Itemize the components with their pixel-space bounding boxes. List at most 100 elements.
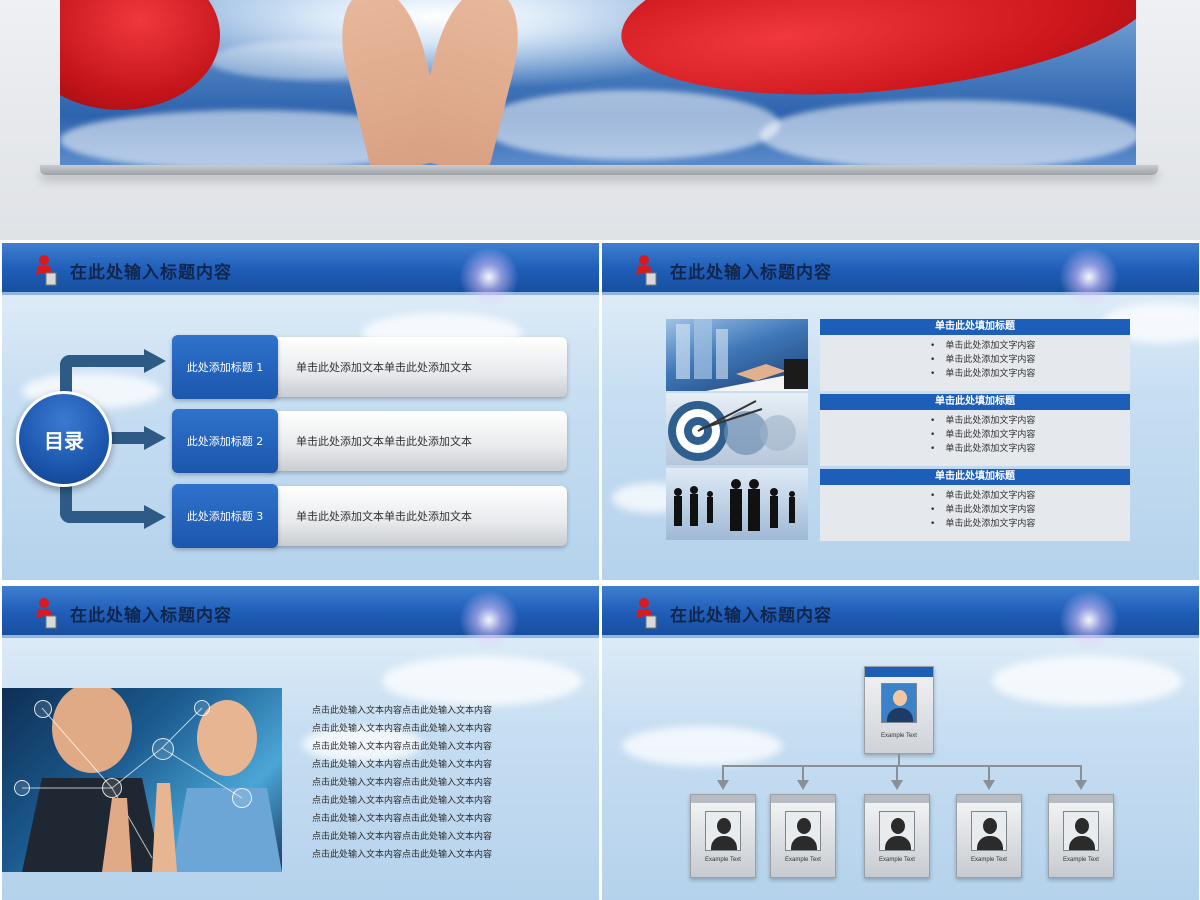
toc-item-text[interactable]: 单击此处添加文本单击此处添加文本: [268, 337, 567, 397]
slide-title: 在此处输入标题内容: [670, 263, 832, 283]
business-people-photo: [666, 468, 808, 540]
org-connector: [1080, 765, 1082, 781]
slide-org-chart: 在此处输入标题内容 Example Text Example Text Exam…: [602, 586, 1199, 900]
list-item: 单击此处添加文字内容: [930, 489, 1130, 503]
cloud: [480, 90, 780, 160]
paragraph-line: 点击此处输入文本内容点击此处输入文本内容: [312, 850, 493, 860]
lens-flare: [1059, 247, 1119, 307]
arrow-down-icon: [983, 780, 995, 790]
org-connector: [896, 765, 898, 781]
card-band: [865, 795, 929, 803]
paragraph-line: 点击此处输入文本内容点击此处输入文本内容: [312, 778, 493, 788]
list-body[interactable]: 单击此处添加文字内容 单击此处添加文字内容 单击此处添加文字内容: [820, 410, 1130, 466]
cloud: [382, 656, 582, 706]
cloud: [760, 100, 1136, 165]
male-avatar-icon: [705, 811, 741, 851]
list-block: 单击此处填加标题 单击此处添加文字内容 单击此处添加文字内容 单击此处添加文字内…: [820, 394, 1130, 466]
network-node-icon: [14, 780, 30, 796]
connector: [60, 511, 146, 523]
list-heading[interactable]: 单击此处填加标题: [820, 469, 1130, 485]
slide-header: 在此处输入标题内容: [2, 243, 599, 307]
network-node-icon: [152, 738, 174, 760]
org-connector: [722, 765, 724, 781]
manager-avatar-icon: [881, 683, 917, 723]
card-label: Example Text: [785, 857, 821, 863]
toc-item-tab[interactable]: 此处添加标题 1: [172, 335, 278, 399]
card-label: Example Text: [881, 733, 917, 739]
hero-shelf: [40, 165, 1158, 175]
toc-item-text[interactable]: 单击此处添加文本单击此处添加文本: [268, 411, 567, 471]
card-band: [1049, 795, 1113, 803]
network-node-icon: [102, 778, 122, 798]
toc-item[interactable]: 此处添加标题 1 单击此处添加文本单击此处添加文本: [172, 335, 567, 399]
cloud: [622, 726, 782, 766]
network-node-icon: [34, 700, 52, 718]
org-card[interactable]: Example Text: [690, 794, 756, 878]
slide-header: 在此处输入标题内容: [2, 586, 599, 650]
lens-flare: [1059, 590, 1119, 650]
toc-item[interactable]: 此处添加标题 3 单击此处添加文本单击此处添加文本: [172, 484, 567, 548]
org-connector: [802, 765, 804, 781]
podium-figure-icon: [36, 255, 57, 286]
list-body[interactable]: 单击此处添加文字内容 单击此处添加文字内容 单击此处添加文字内容: [820, 335, 1130, 391]
slide-title: 在此处输入标题内容: [670, 606, 832, 626]
toc-item[interactable]: 此处添加标题 2 单击此处添加文本单击此处添加文本: [172, 409, 567, 473]
cloud: [992, 656, 1182, 706]
card-label: Example Text: [705, 857, 741, 863]
arrow-right-icon: [144, 349, 166, 373]
card-label: Example Text: [971, 857, 1007, 863]
paragraph-line: 点击此处输入文本内容点击此处输入文本内容: [312, 796, 493, 806]
slide-title: 在此处输入标题内容: [70, 263, 232, 283]
list-item: 单击此处添加文字内容: [930, 503, 1130, 517]
card-band: [771, 795, 835, 803]
lens-flare: [459, 590, 519, 650]
list-heading[interactable]: 单击此处填加标题: [820, 319, 1130, 335]
slide-photo-text: 在此处输入标题内容 点击此处输入文本内容点击此处输入文本内容 点击此处输入文本内…: [2, 586, 599, 900]
list-item: 单击此处添加文字内容: [930, 353, 1130, 367]
list-block: 单击此处填加标题 单击此处添加文字内容 单击此处添加文字内容 单击此处添加文字内…: [820, 319, 1130, 391]
arrow-down-icon: [797, 780, 809, 790]
toc-item-text[interactable]: 单击此处添加文本单击此处添加文本: [268, 486, 567, 546]
org-card[interactable]: Example Text: [956, 794, 1022, 878]
business-writing-photo: [666, 319, 808, 391]
female-avatar-icon: [1063, 811, 1099, 851]
org-top-card[interactable]: Example Text: [864, 666, 934, 754]
card-band: [957, 795, 1021, 803]
arrow-down-icon: [717, 780, 729, 790]
female-avatar-icon: [971, 811, 1007, 851]
slide-contents: 在此处输入标题内容 目录 此处添加标题 1 单击此处添加文本单击此处添加文本 此…: [2, 243, 599, 580]
connector: [60, 355, 146, 367]
org-connector: [988, 765, 990, 781]
paragraph-line: 点击此处输入文本内容点击此处输入文本内容: [312, 706, 493, 716]
arrow-down-icon: [891, 780, 903, 790]
card-band: [865, 667, 933, 677]
arrow-right-icon: [144, 505, 166, 529]
toc-item-tab[interactable]: 此处添加标题 3: [172, 484, 278, 548]
network-touch-photo: [2, 688, 282, 872]
podium-figure-icon: [36, 598, 57, 629]
list-item: 单击此处添加文字内容: [930, 339, 1130, 353]
podium-figure-icon: [636, 598, 657, 629]
slide-header: 在此处输入标题内容: [602, 243, 1199, 307]
list-body[interactable]: 单击此处添加文字内容 单击此处添加文字内容 单击此处添加文字内容: [820, 485, 1130, 541]
list-item: 单击此处添加文字内容: [930, 367, 1130, 381]
red-ribbon-left: [60, 0, 220, 110]
paragraph-line: 点击此处输入文本内容点击此处输入文本内容: [312, 832, 493, 842]
body-paragraph[interactable]: 点击此处输入文本内容点击此处输入文本内容 点击此处输入文本内容点击此处输入文本内…: [312, 702, 522, 864]
arrow-right-icon: [144, 426, 166, 450]
slide-image-lists: 在此处输入标题内容 单击此处填加标题 • 单击此处添加文字内容 • 单击此处添加…: [602, 243, 1199, 580]
list-item: 单击此处添加文字内容: [930, 428, 1130, 442]
toc-circle: 目录: [16, 391, 112, 487]
list-heading[interactable]: 单击此处填加标题: [820, 394, 1130, 410]
paragraph-line: 点击此处输入文本内容点击此处输入文本内容: [312, 760, 493, 770]
list-block: 单击此处填加标题 单击此处添加文字内容 单击此处添加文字内容 单击此处添加文字内…: [820, 469, 1130, 541]
hero-image: [60, 0, 1136, 165]
toc-item-tab[interactable]: 此处添加标题 2: [172, 409, 278, 473]
org-connector: [722, 765, 1082, 767]
list-item: 单击此处添加文字内容: [930, 517, 1130, 531]
arrow-down-icon: [1075, 780, 1087, 790]
org-card[interactable]: Example Text: [770, 794, 836, 878]
network-node-icon: [194, 700, 210, 716]
org-card[interactable]: Example Text: [1048, 794, 1114, 878]
org-card[interactable]: Example Text: [864, 794, 930, 878]
